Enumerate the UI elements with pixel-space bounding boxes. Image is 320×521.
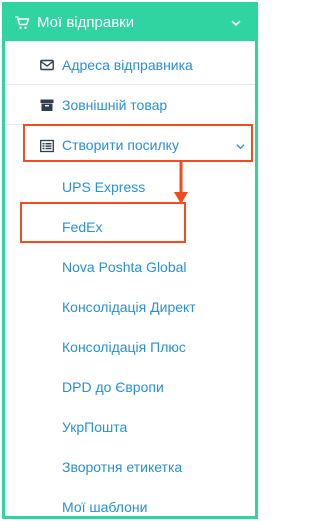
menu-header-my-shipments[interactable]: Мої відправки (5, 5, 255, 41)
submenu-item-fedex[interactable]: FedEx (62, 219, 102, 235)
submenu-item-my-templates[interactable]: Мої шаблони (62, 499, 147, 515)
menu-item-label: Створити посилку (62, 137, 179, 153)
chevron-down-icon[interactable] (236, 142, 245, 151)
submenu-item-consolidation-direct[interactable]: Консолідація Директ (62, 299, 196, 315)
menu-item-label: Зовнішній товар (62, 97, 168, 113)
menu-item-sender-address[interactable]: Адреса відправника (5, 45, 255, 85)
arrow-down-annotation (174, 160, 188, 204)
cart-icon (15, 16, 29, 29)
submenu-item-dpd-europe[interactable]: DPD до Європи (62, 379, 164, 395)
menu-header-title: Мої відправки (37, 14, 135, 31)
submenu-item-ups-express[interactable]: UPS Express (62, 179, 145, 195)
menu-panel: Мої відправки Адреса відправника Зовнішн… (2, 2, 258, 519)
archive-box-icon (40, 99, 54, 111)
list-icon (40, 139, 54, 153)
menu-item-external-goods[interactable]: Зовнішній товар (5, 85, 255, 125)
submenu-item-nova-poshta-global[interactable]: Nova Poshta Global (62, 259, 187, 275)
submenu-item-ukrposhta[interactable]: УкрПошта (62, 419, 127, 435)
submenu-item-consolidation-plus[interactable]: Консолідація Плюс (62, 339, 186, 355)
menu-item-label: Адреса відправника (62, 57, 193, 73)
menu-item-create-parcel[interactable]: Створити посилку (5, 125, 255, 165)
envelope-icon (40, 59, 54, 71)
submenu-item-return-label[interactable]: Зворотня етикетка (62, 459, 182, 475)
chevron-down-icon[interactable] (231, 18, 241, 28)
